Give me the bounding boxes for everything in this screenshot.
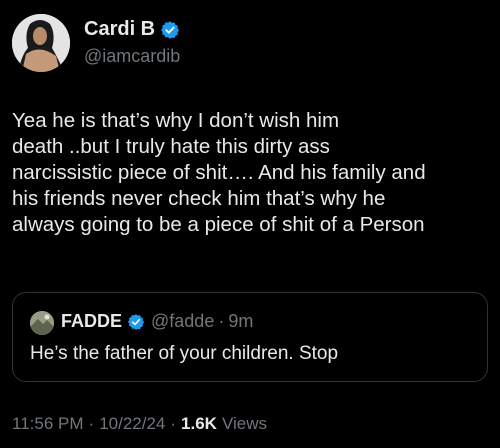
quoted-text: He’s the father of your children. Stop [30,343,339,364]
quoted-handle[interactable]: @fadde [151,311,214,332]
verified-badge-icon [127,313,145,330]
tweet-time[interactable]: 11:56 PM [12,414,84,434]
quoted-display-name[interactable]: FADDE [61,311,122,332]
quoted-tweet[interactable]: FADDE @fadde · 9m He’s the father of you… [12,292,488,382]
author-avatar[interactable] [12,14,70,72]
tweet-meta: 11:56 PM · 10/22/24 · 1.6K Views [12,414,267,434]
verified-badge-icon [161,20,180,39]
tweet-text-line: Yea he is that’s why I don’t wish him [12,109,340,132]
author-display-name[interactable]: Cardi B [84,18,155,41]
tweet-text-line: always going to be a piece of shit of a … [12,213,425,236]
views-count[interactable]: 1.6K [181,414,217,434]
separator-dot: · [170,414,177,433]
tweet-text-line: narcissistic piece of shit…. And his fam… [12,161,426,184]
author-name-row: Cardi B [84,18,180,41]
quoted-author-avatar[interactable] [30,311,54,335]
views-label: Views [221,414,268,433]
tweet-text: Yea he is that’s why I don’t wish him de… [12,108,490,238]
tweet-text-line: his friends never check him that’s why h… [12,187,386,210]
author-handle[interactable]: @iamcardib [84,46,180,67]
tweet-date[interactable]: 10/22/24 [99,414,165,434]
separator-dot: · [218,311,225,331]
separator-dot: · [88,414,95,433]
tweet-card: Cardi B @iamcardib Yea he is that’s why … [0,0,500,448]
quoted-header: FADDE @fadde · 9m [61,311,253,332]
tweet-text-line: death ..but I truly hate this dirty ass [12,135,330,158]
quoted-timestamp[interactable]: 9m [228,311,253,332]
